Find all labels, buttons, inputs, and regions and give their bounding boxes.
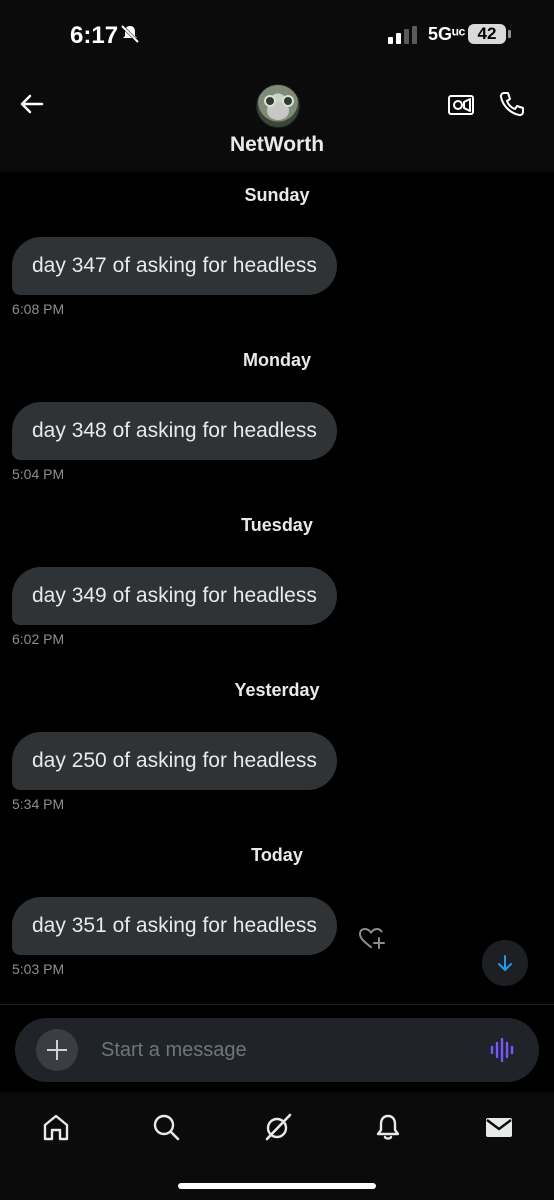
mail-icon[interactable] xyxy=(484,1112,514,1142)
video-call-icon[interactable] xyxy=(447,92,475,118)
avatar-eye xyxy=(264,95,276,107)
voice-wave-icon[interactable] xyxy=(489,1038,517,1062)
day-separator: Sunday xyxy=(244,185,310,205)
message-thread[interactable]: Sunday day 347 of asking for headless 6:… xyxy=(0,172,554,1004)
home-icon[interactable] xyxy=(41,1112,71,1142)
search-icon[interactable] xyxy=(151,1112,181,1142)
day-separator: Monday xyxy=(242,350,311,370)
avatar[interactable] xyxy=(256,84,300,128)
contact-name[interactable]: NetWorth xyxy=(0,133,554,157)
message-bubble[interactable]: day 348 of asking for headless xyxy=(12,402,337,460)
composer-area: Start a message xyxy=(0,1004,554,1093)
day-separator: Yesterday xyxy=(234,680,320,700)
back-arrow-icon[interactable] xyxy=(18,90,46,118)
status-bar: 6:17 5Gᵘᶜ 42 xyxy=(0,0,554,72)
bell-slash-icon xyxy=(120,24,140,44)
message-input[interactable]: Start a message xyxy=(101,1018,247,1082)
conversation-header: NetWorth xyxy=(0,72,554,172)
avatar-eye xyxy=(282,95,294,107)
bell-icon[interactable] xyxy=(373,1112,403,1142)
heart-plus-icon[interactable] xyxy=(358,926,386,950)
add-attachment-button[interactable] xyxy=(36,1029,78,1071)
battery-indicator: 42 xyxy=(468,24,511,44)
message-time: 5:04 PM xyxy=(12,466,65,482)
scroll-to-bottom-button[interactable] xyxy=(482,940,528,986)
message-bubble[interactable]: day 347 of asking for headless xyxy=(12,237,337,295)
network-type: 5Gᵘᶜ xyxy=(428,24,466,44)
message-time: 6:08 PM xyxy=(12,301,65,317)
signal-icon xyxy=(388,26,417,44)
status-time: 6:17 xyxy=(70,22,119,49)
day-separator: Today xyxy=(251,845,303,865)
message-time: 5:03 PM xyxy=(12,961,65,977)
message-bubble[interactable]: day 351 of asking for headless xyxy=(12,897,337,955)
day-separator: Tuesday xyxy=(241,515,313,535)
grok-icon[interactable] xyxy=(263,1112,293,1142)
bottom-tab-bar xyxy=(0,1092,554,1200)
home-indicator xyxy=(178,1183,376,1189)
phone-icon[interactable] xyxy=(498,90,526,118)
message-time: 6:02 PM xyxy=(12,631,65,647)
message-bubble[interactable]: day 250 of asking for headless xyxy=(12,732,337,790)
arrow-down-icon xyxy=(498,955,512,971)
message-bubble[interactable]: day 349 of asking for headless xyxy=(12,567,337,625)
message-time: 5:34 PM xyxy=(12,796,65,812)
message-composer[interactable]: Start a message xyxy=(15,1018,539,1082)
